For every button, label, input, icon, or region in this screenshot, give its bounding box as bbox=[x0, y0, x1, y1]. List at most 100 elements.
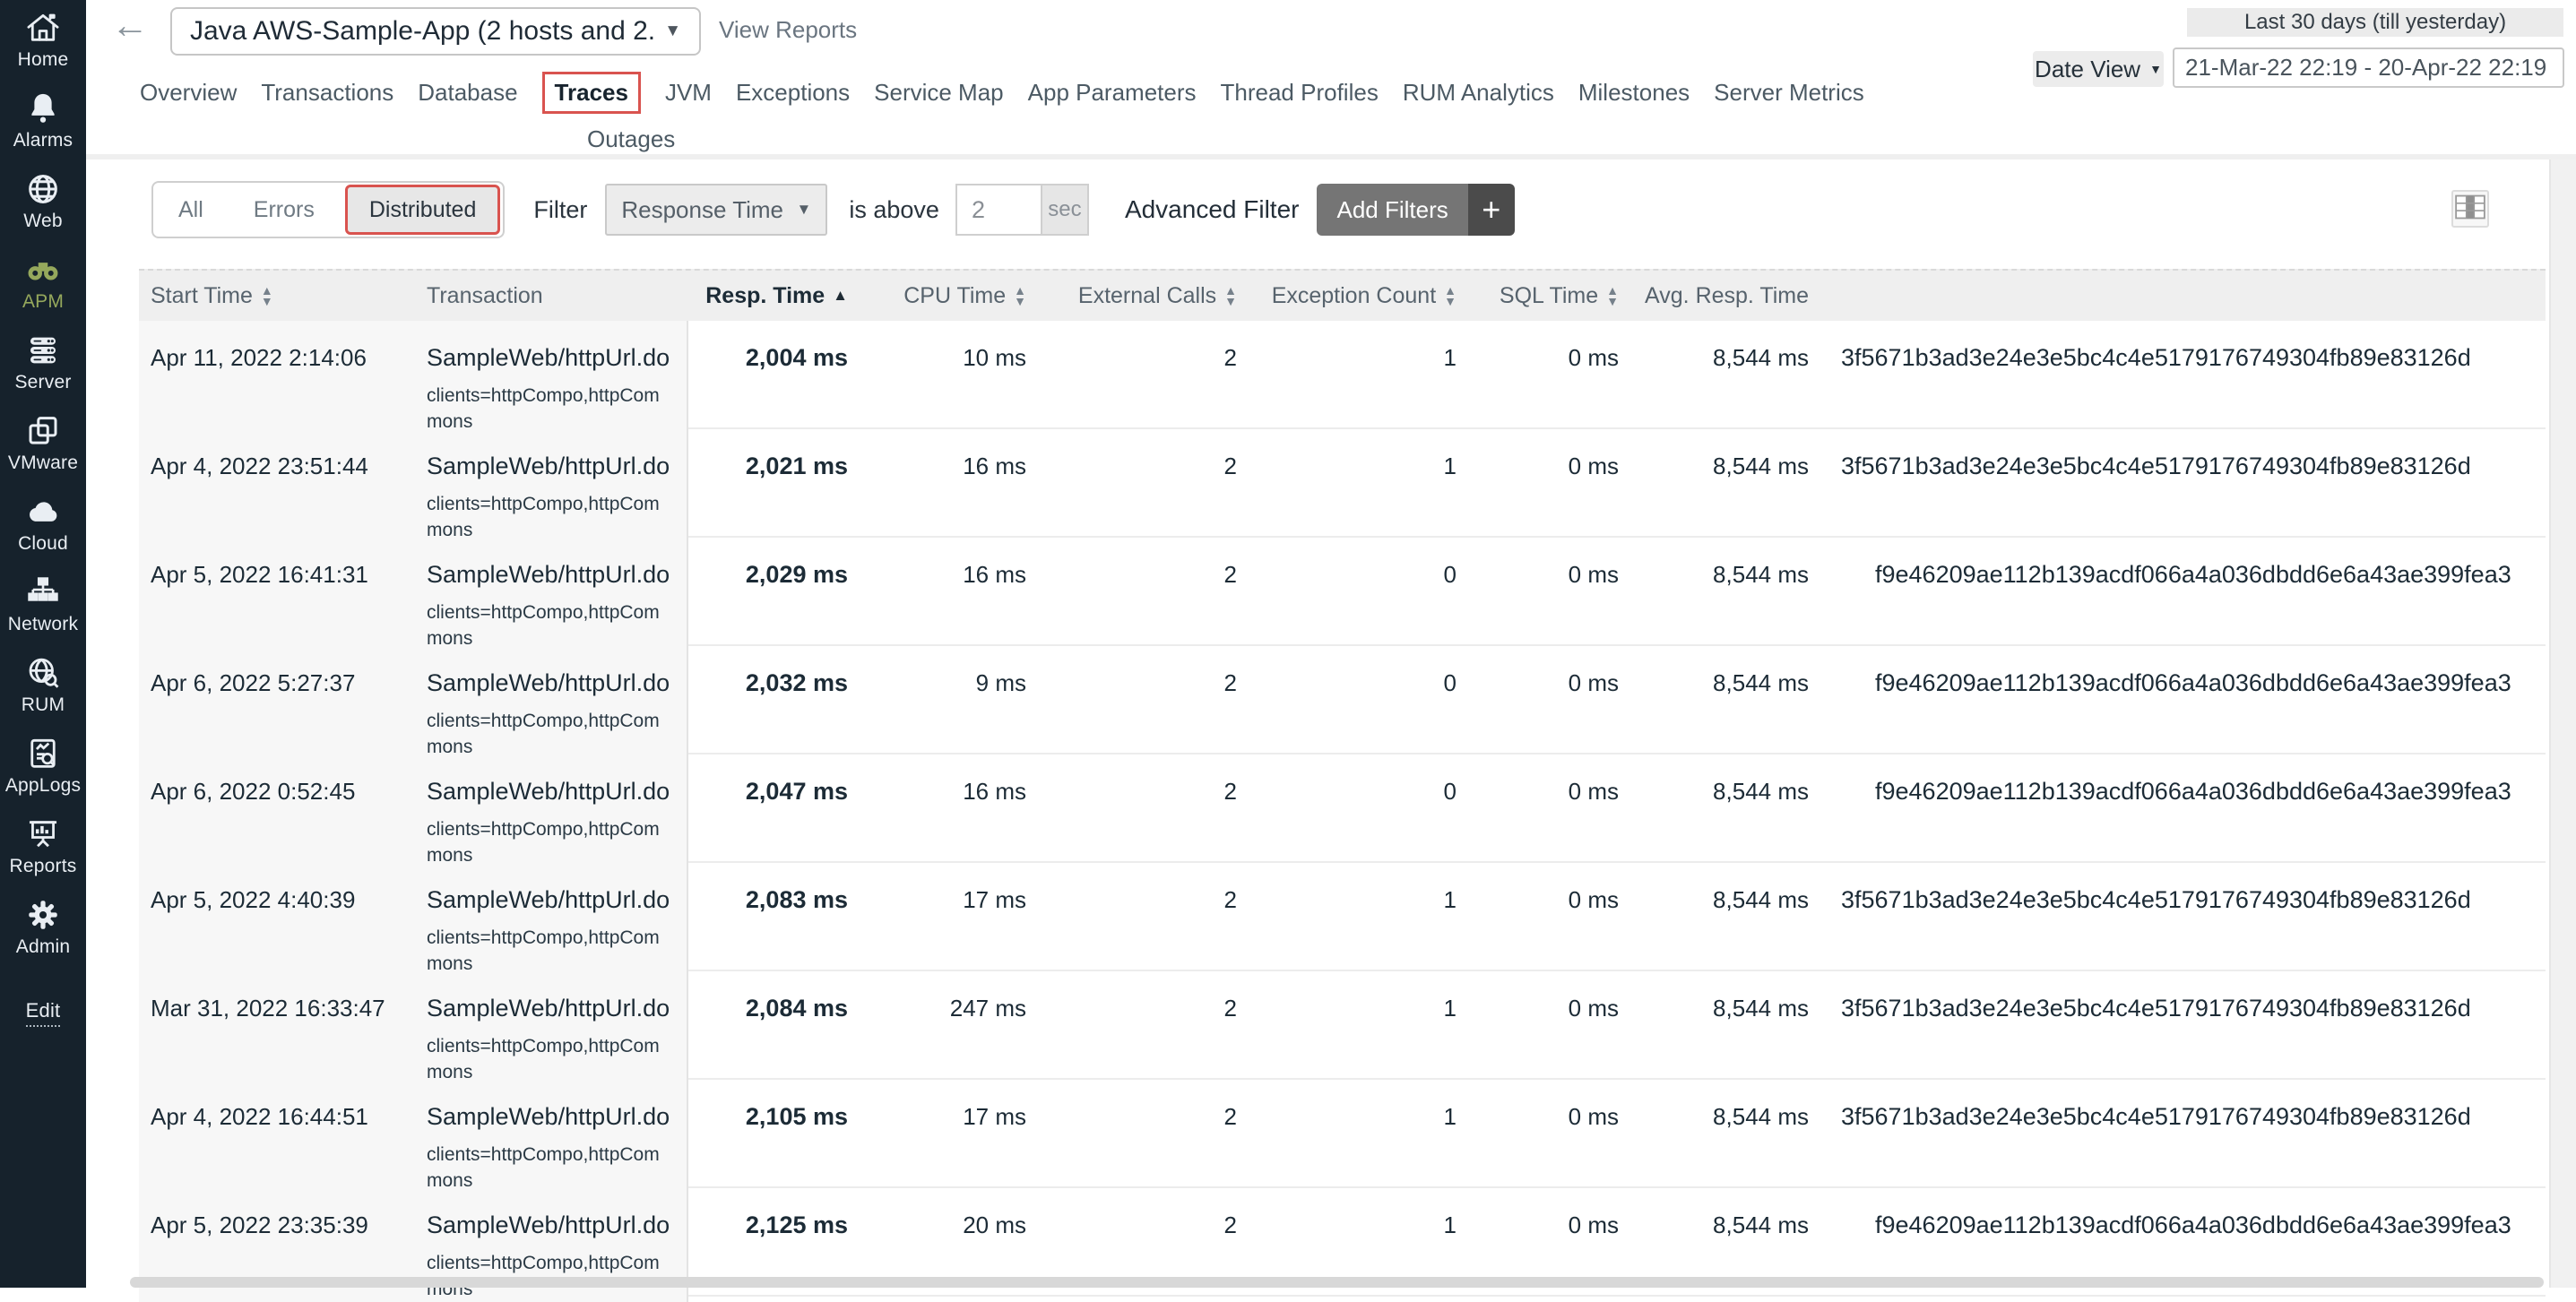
tab-thread-profiles[interactable]: Thread Profiles bbox=[1221, 79, 1379, 107]
tab-traces[interactable]: Traces bbox=[542, 72, 641, 114]
transaction-name[interactable]: SampleWeb/httpUrl.do bbox=[427, 886, 687, 914]
sidebar-item-admin[interactable]: Admin bbox=[0, 896, 86, 958]
sidebar-item-vmware[interactable]: VMware bbox=[0, 412, 86, 474]
tab-milestones[interactable]: Milestones bbox=[1578, 79, 1690, 107]
column-chooser-button[interactable] bbox=[2451, 190, 2489, 228]
cell-transaction[interactable]: SampleWeb/httpUrl.do clients=httpCompo,h… bbox=[417, 538, 688, 651]
segment-all[interactable]: All bbox=[153, 197, 229, 223]
transaction-name[interactable]: SampleWeb/httpUrl.do bbox=[427, 995, 687, 1022]
tab-rum-analytics[interactable]: RUM Analytics bbox=[1403, 79, 1554, 107]
cell-transaction[interactable]: SampleWeb/httpUrl.do clients=httpCompo,h… bbox=[417, 1080, 688, 1194]
date-range-input[interactable] bbox=[2173, 47, 2564, 88]
tab-server-metrics[interactable]: Server Metrics bbox=[1714, 79, 1864, 107]
table-row[interactable]: Mar 31, 2022 16:33:47 SampleWeb/httpUrl.… bbox=[139, 971, 2546, 1080]
cell-trace-id[interactable]: 3f5671b3ad3e24e3e5bc4c4e5179176749304fb8… bbox=[1828, 971, 2546, 1085]
add-filters-button[interactable]: Add Filters + bbox=[1317, 184, 1514, 236]
cell-transaction[interactable]: SampleWeb/httpUrl.do clients=httpCompo,h… bbox=[417, 646, 688, 760]
cell-external-calls: 2 bbox=[1031, 971, 1250, 1085]
transaction-clients: clients=httpCompo,httpCommons bbox=[427, 1250, 663, 1302]
filter-label: Filter bbox=[533, 196, 587, 224]
column-header-avg-resp-time[interactable]: Avg. Resp. Time bbox=[1622, 283, 1828, 309]
sidebar-item-label: APM bbox=[22, 291, 64, 313]
sort-icon[interactable]: ▲▼ bbox=[1224, 285, 1237, 306]
table-row[interactable]: Apr 5, 2022 16:41:31 SampleWeb/httpUrl.d… bbox=[139, 538, 2546, 646]
cell-trace-id[interactable]: f9e46209ae112b139acdf066a4a036dbdd6e6a43… bbox=[1828, 754, 2546, 868]
sort-icon[interactable]: ▲▼ bbox=[1014, 285, 1026, 306]
sidebar-item-apm[interactable]: APM bbox=[0, 251, 86, 313]
sidebar-item-label: AppLogs bbox=[5, 775, 81, 797]
cell-start-time: Apr 6, 2022 0:52:45 bbox=[139, 754, 417, 868]
cell-trace-id[interactable]: 3f5671b3ad3e24e3e5bc4c4e5179176749304fb8… bbox=[1828, 429, 2546, 543]
cell-trace-id[interactable]: 3f5671b3ad3e24e3e5bc4c4e5179176749304fb8… bbox=[1828, 863, 2546, 977]
column-header-sql-time[interactable]: SQL Time ▲▼ bbox=[1470, 283, 1622, 309]
sidebar-item-reports[interactable]: Reports bbox=[0, 815, 86, 877]
transaction-name[interactable]: SampleWeb/httpUrl.do bbox=[427, 778, 687, 806]
table-row[interactable]: Apr 6, 2022 5:27:37 SampleWeb/httpUrl.do… bbox=[139, 646, 2546, 754]
tab-overview[interactable]: Overview bbox=[140, 79, 237, 107]
cell-transaction[interactable]: SampleWeb/httpUrl.do clients=httpCompo,h… bbox=[417, 321, 688, 435]
transaction-name[interactable]: SampleWeb/httpUrl.do bbox=[427, 1103, 687, 1131]
filter-field-dropdown[interactable]: Response Time ▼ bbox=[605, 184, 827, 236]
sort-icon[interactable]: ▲▼ bbox=[1444, 285, 1457, 306]
column-header-transaction[interactable]: Transaction bbox=[417, 283, 688, 309]
horizontal-scrollbar[interactable] bbox=[130, 1277, 2544, 1288]
sidebar-item-applogs[interactable]: AppLogs bbox=[0, 735, 86, 797]
server-icon bbox=[24, 332, 62, 369]
column-header-exception-count[interactable]: Exception Count ▲▼ bbox=[1250, 283, 1470, 309]
sidebar-item-home[interactable]: Home bbox=[0, 9, 86, 71]
rum-icon bbox=[24, 654, 62, 692]
back-arrow-icon[interactable]: ← bbox=[111, 4, 149, 47]
transaction-name[interactable]: SampleWeb/httpUrl.do bbox=[427, 344, 687, 372]
cell-trace-id[interactable]: f9e46209ae112b139acdf066a4a036dbdd6e6a43… bbox=[1828, 646, 2546, 760]
time-range-label: Last 30 days (till yesterday) bbox=[2187, 8, 2563, 37]
vertical-scrollbar[interactable] bbox=[2549, 160, 2576, 1288]
column-header-resp-time[interactable]: Resp. Time ▲ bbox=[688, 283, 860, 309]
tab-app-parameters[interactable]: App Parameters bbox=[1028, 79, 1197, 107]
sidebar-item-cloud[interactable]: Cloud bbox=[0, 493, 86, 555]
tab-jvm[interactable]: JVM bbox=[665, 79, 712, 107]
transaction-clients: clients=httpCompo,httpCommons bbox=[427, 708, 663, 760]
column-header-start-time[interactable]: Start Time ▲▼ bbox=[139, 283, 417, 309]
sidebar-item-network[interactable]: Network bbox=[0, 573, 86, 635]
transaction-name[interactable]: SampleWeb/httpUrl.do bbox=[427, 1211, 687, 1239]
sidebar-item-rum[interactable]: RUM bbox=[0, 654, 86, 716]
sort-icon[interactable]: ▲▼ bbox=[261, 285, 273, 306]
table-row[interactable]: Apr 5, 2022 4:40:39 SampleWeb/httpUrl.do… bbox=[139, 863, 2546, 971]
cell-transaction[interactable]: SampleWeb/httpUrl.do clients=httpCompo,h… bbox=[417, 971, 688, 1085]
table-row[interactable]: Apr 4, 2022 23:51:44 SampleWeb/httpUrl.d… bbox=[139, 429, 2546, 538]
transaction-name[interactable]: SampleWeb/httpUrl.do bbox=[427, 453, 687, 480]
column-header-external-calls[interactable]: External Calls ▲▼ bbox=[1031, 283, 1250, 309]
view-reports-link[interactable]: View Reports bbox=[719, 16, 857, 44]
cell-trace-id[interactable]: 3f5671b3ad3e24e3e5bc4c4e5179176749304fb8… bbox=[1828, 1080, 2546, 1194]
date-view-button[interactable]: Date View ▼ bbox=[2033, 51, 2164, 87]
tab-database[interactable]: Database bbox=[418, 79, 517, 107]
transaction-name[interactable]: SampleWeb/httpUrl.do bbox=[427, 561, 687, 589]
filter-field-value: Response Time bbox=[621, 196, 796, 224]
app-selector-dropdown[interactable]: Java AWS-Sample-App (2 hosts and 2... ▼ bbox=[170, 7, 701, 56]
sort-icon[interactable]: ▲▼ bbox=[1606, 285, 1619, 306]
table-row[interactable]: Apr 11, 2022 2:14:06 SampleWeb/httpUrl.d… bbox=[139, 321, 2546, 429]
segment-distributed[interactable]: Distributed bbox=[345, 185, 501, 235]
column-header-cpu-time[interactable]: CPU Time ▲▼ bbox=[860, 283, 1031, 309]
table-row[interactable]: Apr 6, 2022 0:52:45 SampleWeb/httpUrl.do… bbox=[139, 754, 2546, 863]
transaction-name[interactable]: SampleWeb/httpUrl.do bbox=[427, 669, 687, 697]
sidebar-item-edit[interactable]: Edit bbox=[0, 996, 86, 1027]
cell-trace-id[interactable]: f9e46209ae112b139acdf066a4a036dbdd6e6a43… bbox=[1828, 538, 2546, 651]
sidebar-item-server[interactable]: Server bbox=[0, 332, 86, 393]
cell-avg-resp-time: 8,544 ms bbox=[1622, 863, 1828, 977]
cell-transaction[interactable]: SampleWeb/httpUrl.do clients=httpCompo,h… bbox=[417, 754, 688, 868]
table-row[interactable]: Apr 4, 2022 16:44:51 SampleWeb/httpUrl.d… bbox=[139, 1080, 2546, 1188]
tab-exceptions[interactable]: Exceptions bbox=[736, 79, 850, 107]
cell-transaction[interactable]: SampleWeb/httpUrl.do clients=httpCompo,h… bbox=[417, 863, 688, 977]
tab-transactions[interactable]: Transactions bbox=[261, 79, 393, 107]
sidebar-item-alarms[interactable]: Alarms bbox=[0, 90, 86, 151]
tab-service-map[interactable]: Service Map bbox=[874, 79, 1004, 107]
cell-external-calls: 2 bbox=[1031, 863, 1250, 977]
cell-external-calls: 2 bbox=[1031, 646, 1250, 760]
sidebar-item-web[interactable]: Web bbox=[0, 170, 86, 232]
cell-transaction[interactable]: SampleWeb/httpUrl.do clients=httpCompo,h… bbox=[417, 429, 688, 543]
segment-errors[interactable]: Errors bbox=[229, 197, 340, 223]
threshold-input[interactable] bbox=[955, 184, 1042, 236]
tab-outages[interactable]: Outages bbox=[587, 125, 675, 153]
cell-trace-id[interactable]: 3f5671b3ad3e24e3e5bc4c4e5179176749304fb8… bbox=[1828, 321, 2546, 435]
